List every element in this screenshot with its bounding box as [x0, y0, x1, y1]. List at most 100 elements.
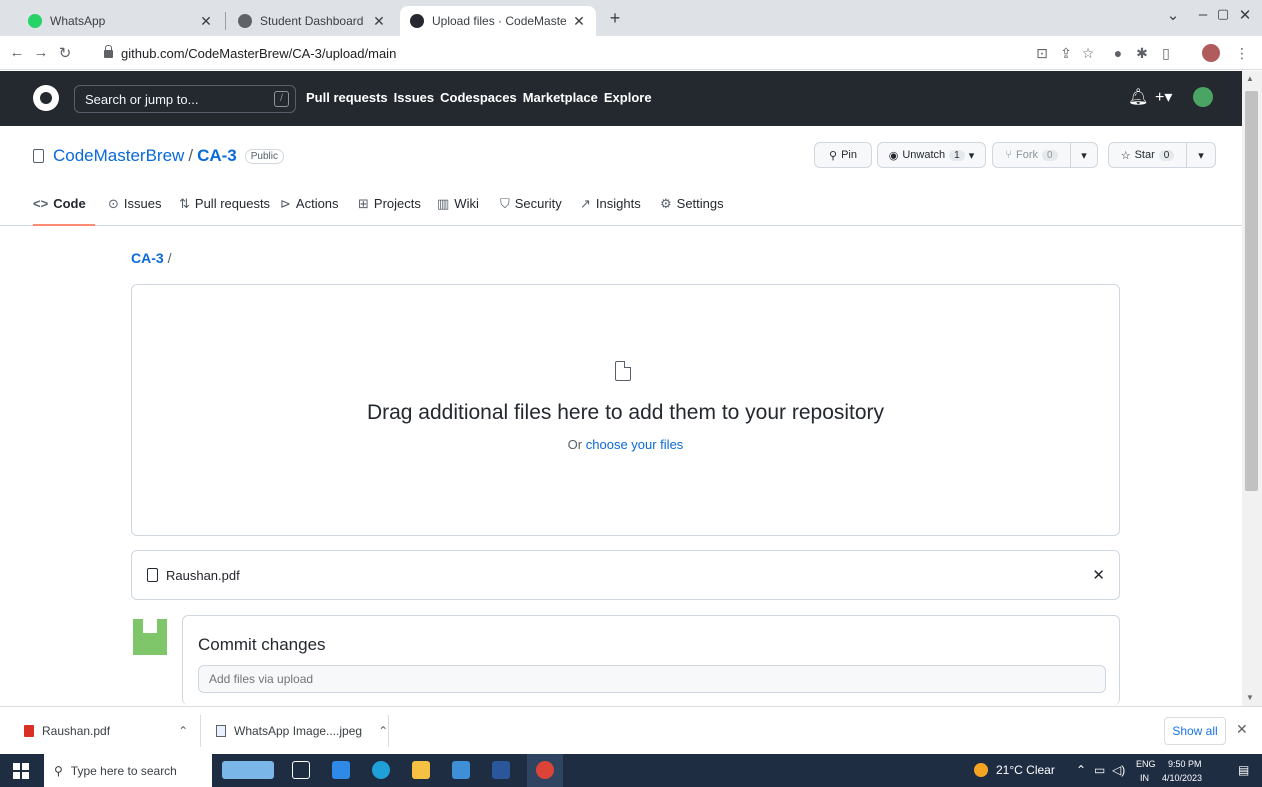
github-logo-icon[interactable]: [33, 85, 59, 111]
mail-icon[interactable]: [332, 761, 350, 779]
nav-issues[interactable]: Issues: [394, 90, 434, 105]
tab-code[interactable]: <> Code: [33, 196, 95, 226]
tab-insights[interactable]: ↗ Insights: [580, 196, 641, 226]
tray-chevron-icon[interactable]: ⌃: [1076, 763, 1086, 777]
pin-button[interactable]: ⚲ Pin: [814, 142, 872, 168]
tab-wiki[interactable]: ▥ Wiki: [437, 196, 479, 226]
create-new-button[interactable]: +▾: [1155, 87, 1172, 107]
repo-owner-link[interactable]: CodeMasterBrew: [53, 146, 184, 166]
tab-settings[interactable]: ⚙ Settings: [660, 196, 724, 226]
chevron-down-icon: ▾: [968, 149, 975, 162]
extension-icon[interactable]: ●: [1110, 45, 1126, 61]
search-input[interactable]: Search or jump to... /: [74, 85, 296, 113]
scroll-down-icon[interactable]: ▼: [1246, 693, 1254, 702]
battery-icon[interactable]: ▭: [1094, 763, 1105, 777]
committer-avatar: [133, 619, 167, 655]
remove-file-icon[interactable]: ✕: [1092, 566, 1105, 584]
nav-explore[interactable]: Explore: [604, 90, 652, 105]
search-placeholder: Search or jump to...: [85, 91, 199, 107]
taskbar-search[interactable]: ⚲ Type here to search: [44, 754, 212, 787]
tab-whatsapp[interactable]: WhatsApp ✕: [18, 6, 223, 36]
close-icon[interactable]: ✕: [372, 13, 386, 30]
repo-tabs: <> Code ⊙ Issues ⇅ Pull requests ⊳ Actions ⊞…: [0, 188, 1242, 226]
bookmark-star-icon[interactable]: ☆: [1080, 45, 1096, 62]
download-item-image[interactable]: WhatsApp Image....jpeg ⌃: [216, 717, 388, 745]
nav-marketplace[interactable]: Marketplace: [523, 90, 598, 105]
puzzle-icon[interactable]: ✱: [1134, 45, 1150, 62]
commit-message-input[interactable]: [198, 665, 1106, 693]
tab-search-icon[interactable]: ⌄: [1158, 6, 1188, 24]
fork-button[interactable]: ⑂ Fork 0: [992, 142, 1071, 168]
tab-issues[interactable]: ⊙ Issues: [108, 196, 161, 226]
tab-projects[interactable]: ⊞ Projects: [358, 196, 421, 226]
share-icon[interactable]: ⇪: [1058, 45, 1074, 62]
star-icon: ☆: [1120, 149, 1131, 162]
menu-icon[interactable]: ⋮: [1234, 45, 1250, 62]
language-top[interactable]: ENG: [1136, 759, 1156, 769]
back-icon[interactable]: ←: [8, 44, 26, 61]
file-icon: [147, 568, 158, 582]
language-bottom[interactable]: IN: [1140, 773, 1149, 783]
notification-bell-icon[interactable]: 🔔︎: [1128, 87, 1148, 107]
store-icon[interactable]: [452, 761, 470, 779]
repo-separator: /: [188, 146, 194, 165]
chevron-up-icon[interactable]: ⌃: [378, 724, 388, 738]
edge-icon[interactable]: [372, 761, 390, 779]
windows-start-icon[interactable]: [13, 763, 29, 779]
code-icon: <>: [33, 196, 49, 211]
clock-date[interactable]: 4/10/2023: [1162, 773, 1202, 783]
clock-time[interactable]: 9:50 PM: [1168, 759, 1202, 769]
volume-icon[interactable]: ◁): [1112, 763, 1125, 777]
profile-avatar[interactable]: [1202, 44, 1220, 62]
tab-pull-requests[interactable]: ⇅ Pull requests: [179, 196, 270, 226]
tab-actions[interactable]: ⊳ Actions: [280, 196, 339, 226]
plus-label: +: [1155, 89, 1165, 106]
tab-upload-files[interactable]: Upload files · CodeMasterBrew/C ✕: [400, 6, 596, 36]
close-icon[interactable]: ✕: [572, 13, 586, 30]
scroll-up-icon[interactable]: ▲: [1246, 74, 1254, 83]
page-scrollbar[interactable]: ▲ ▼: [1242, 71, 1262, 706]
window-close-icon[interactable]: ✕: [1230, 6, 1260, 24]
file-icon: [615, 361, 631, 381]
close-icon[interactable]: ✕: [199, 13, 213, 30]
download-item-pdf[interactable]: Raushan.pdf ⌃: [24, 717, 188, 745]
news-widget-icon[interactable]: [222, 761, 274, 779]
install-icon[interactable]: ⊡: [1034, 45, 1050, 62]
show-all-button[interactable]: Show all: [1164, 717, 1226, 745]
word-icon[interactable]: [492, 761, 510, 779]
chrome-taskbar-button[interactable]: [527, 754, 563, 787]
notification-center-icon[interactable]: ▤: [1238, 763, 1249, 777]
task-view-icon[interactable]: [292, 761, 310, 779]
nav-pull-requests[interactable]: Pull requests: [306, 90, 388, 105]
url-field[interactable]: github.com/CodeMasterBrew/CA-3/upload/ma…: [104, 41, 1004, 65]
user-avatar[interactable]: [1193, 87, 1213, 107]
nav-codespaces[interactable]: Codespaces: [440, 90, 517, 105]
new-tab-button[interactable]: +: [603, 8, 627, 29]
side-panel-icon[interactable]: ▯: [1158, 45, 1174, 62]
unwatch-button[interactable]: ◉ Unwatch 1 ▾: [877, 142, 986, 168]
tab-label: Projects: [373, 196, 421, 211]
star-button[interactable]: ☆ Star 0: [1108, 142, 1187, 168]
weather-text[interactable]: 21°C Clear: [996, 763, 1055, 777]
drop-zone-subtitle: Or choose your files: [132, 437, 1119, 452]
tab-student-dashboard[interactable]: Student Dashboard ✕: [228, 6, 396, 36]
commit-title: Commit changes: [198, 635, 326, 654]
scrollbar-thumb[interactable]: [1245, 91, 1258, 491]
star-dropdown-button[interactable]: ▾: [1186, 142, 1216, 168]
reload-icon[interactable]: ↻: [56, 44, 74, 62]
tab-label: Code: [53, 196, 86, 211]
choose-files-link[interactable]: choose your files: [586, 437, 684, 452]
play-icon: ⊳: [280, 196, 291, 211]
chevron-up-icon[interactable]: ⌃: [178, 724, 188, 738]
forward-icon[interactable]: →: [32, 44, 50, 61]
windows-taskbar: ⚲ Type here to search 21°C Clear ⌃ ▭ ◁) …: [0, 754, 1262, 787]
lock-icon: [104, 45, 113, 58]
tab-label: Pull requests: [194, 196, 271, 211]
fork-dropdown-button[interactable]: ▾: [1070, 142, 1098, 168]
repo-name-link[interactable]: CA-3: [197, 146, 237, 166]
file-drop-zone[interactable]: Drag additional files here to add them t…: [131, 284, 1120, 536]
close-shelf-icon[interactable]: ✕: [1236, 721, 1248, 738]
breadcrumb-repo-link[interactable]: CA-3: [131, 250, 164, 266]
file-explorer-icon[interactable]: [412, 761, 430, 779]
tab-security[interactable]: ⛉ Security: [500, 196, 562, 226]
